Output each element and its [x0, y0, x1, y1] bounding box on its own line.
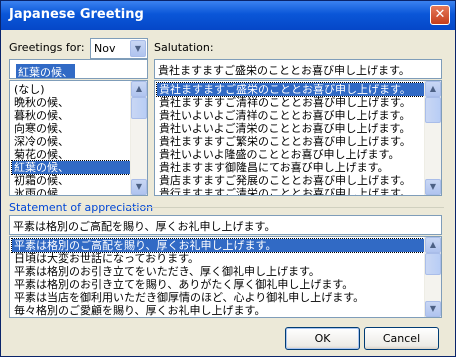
- list-item[interactable]: 初霜の候、: [12, 174, 130, 187]
- salutation-input-value: 貴社ますますご盛栄のこととお喜び申し上げます。: [158, 64, 410, 77]
- list-item[interactable]: 貴社ますます御隆昌にてお喜び申し上げます。: [157, 161, 424, 174]
- list-item[interactable]: 貴社ますますご清祥のこととお喜び申し上げます。: [157, 96, 424, 109]
- scroll-thumb[interactable]: [425, 97, 441, 123]
- greeting-input[interactable]: 紅葉の候、: [9, 59, 148, 79]
- list-item[interactable]: 平素は格別のお引き立てを賜り、ありがたく厚く御礼申し上げます。: [12, 278, 424, 291]
- list-item[interactable]: 貴社ますますご繁栄のこととお喜び申し上げます。: [157, 135, 424, 148]
- chevron-down-icon[interactable]: ▼: [130, 40, 146, 57]
- appreciation-list[interactable]: 平素は格別のご高配を賜り、厚くお礼申し上げます。 日頃は大変お世話になっております…: [9, 236, 442, 318]
- list-item[interactable]: 貴社ますますご盛栄のこととお喜び申し上げます。: [156, 82, 425, 97]
- list-item[interactable]: 貴社いよいよご清栄のこととお喜び申し上げます。: [157, 122, 424, 135]
- list-item[interactable]: 紅葉の候、: [11, 160, 131, 175]
- dialog-window: Japanese Greeting ✕ Greetings for: Nov ▼…: [0, 0, 456, 357]
- chevron-up-icon[interactable]: ▲: [131, 81, 147, 97]
- list-item[interactable]: 貴店ますますご発展のこととお喜び申し上げます。: [157, 174, 424, 187]
- chevron-down-icon[interactable]: ▼: [425, 301, 441, 317]
- scroll-thumb[interactable]: [131, 97, 147, 119]
- cancel-button[interactable]: Cancel: [364, 327, 439, 350]
- list-item[interactable]: 貴行ますますご清栄のこととお喜び申し上げます。: [157, 187, 424, 195]
- greeting-list[interactable]: (なし) 晩秋の候、 暮秋の候、 向寒の候、 深冷の候、 菊花の候、 紅葉の候、 初霜の候、氷…: [9, 80, 148, 196]
- group-divider: [125, 207, 444, 208]
- salutation-input[interactable]: 貴社ますますご盛栄のこととお喜び申し上げます。: [154, 59, 442, 79]
- list-item[interactable]: 氷雨の候、: [12, 187, 130, 195]
- list-item[interactable]: 貴社いよいよ隆盛のこととお喜び申し上げます。: [157, 148, 424, 161]
- window-title: Japanese Greeting: [9, 7, 144, 22]
- list-item[interactable]: 向寒の候、: [12, 122, 130, 135]
- list-item[interactable]: 晩秋の候、: [12, 96, 130, 109]
- salutation-list-scrollbar[interactable]: ▲ ▼: [424, 81, 441, 195]
- ok-button[interactable]: OK: [285, 327, 360, 350]
- appreciation-list-scrollbar[interactable]: ▲ ▼: [424, 237, 441, 317]
- chevron-up-icon[interactable]: ▲: [425, 81, 441, 97]
- list-item[interactable]: 毎々格別のご愛顧を賜り、厚くお礼申し上げます。: [12, 304, 424, 317]
- list-item[interactable]: 平素は格別のご高配を賜り、厚くお礼申し上げます。: [11, 238, 425, 253]
- list-item[interactable]: 日頃は大変お世話になっております。: [12, 252, 424, 265]
- salutation-list[interactable]: 貴社ますますご盛栄のこととお喜び申し上げます。 貴社ますますご清祥のこととお喜び申…: [154, 80, 442, 196]
- greeting-input-value: 紅葉の候、: [16, 64, 75, 79]
- list-item[interactable]: 貴社いよいよご清祥のこととお喜び申し上げます。: [157, 109, 424, 122]
- month-select-value: Nov: [94, 42, 116, 55]
- list-item[interactable]: (なし): [12, 83, 130, 96]
- appreciation-input[interactable]: 平素は格別のご高配を賜り、厚くお礼申し上げます。: [9, 215, 442, 235]
- greeting-list-scrollbar[interactable]: ▲ ▼: [130, 81, 147, 195]
- salutation-label: Salutation:: [154, 41, 214, 54]
- list-item[interactable]: 深冷の候、: [12, 135, 130, 148]
- chevron-down-icon[interactable]: ▼: [131, 179, 147, 195]
- chevron-down-icon[interactable]: ▼: [425, 179, 441, 195]
- list-item[interactable]: 平素は格別のお引き立てをいただき、厚く御礼申し上げます。: [12, 265, 424, 278]
- scroll-thumb[interactable]: [425, 253, 441, 275]
- appreciation-input-value: 平素は格別のご高配を賜り、厚くお礼申し上げます。: [13, 220, 276, 233]
- month-select[interactable]: Nov ▼: [90, 38, 148, 59]
- list-item[interactable]: 平素は当店を御利用いただき御厚情のほど、心より御礼申し上げます。: [12, 291, 424, 304]
- greetings-for-label: Greetings for:: [9, 41, 85, 54]
- title-bar[interactable]: Japanese Greeting ✕: [1, 1, 455, 30]
- chevron-up-icon[interactable]: ▲: [425, 237, 441, 253]
- list-item[interactable]: 暮秋の候、: [12, 109, 130, 122]
- close-button[interactable]: ✕: [430, 5, 450, 25]
- list-item[interactable]: 菊花の候、: [12, 148, 130, 161]
